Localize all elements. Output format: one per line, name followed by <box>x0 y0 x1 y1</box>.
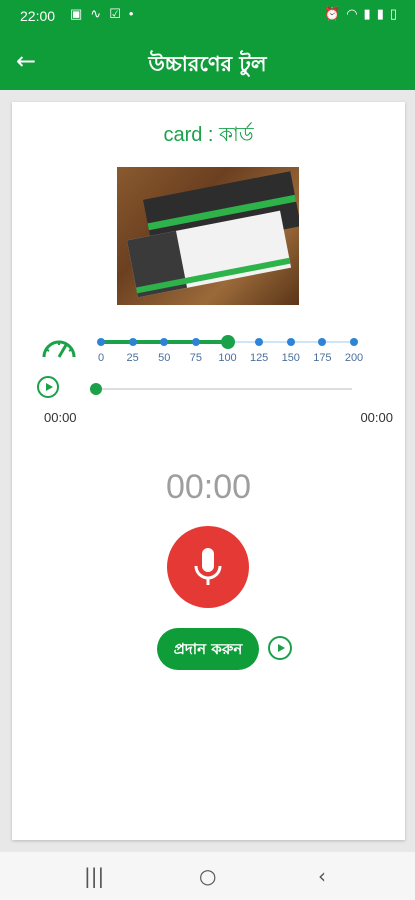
speed-tick-label: 125 <box>249 352 269 364</box>
speed-dot[interactable] <box>160 338 169 346</box>
dot-icon: • <box>128 6 134 21</box>
microphone-icon <box>194 548 222 585</box>
alarm-icon: ⏰ <box>324 6 341 21</box>
speed-thumb[interactable] <box>220 335 235 349</box>
submit-button[interactable]: প্রদান করুন <box>157 628 259 670</box>
audio-progress-track[interactable] <box>96 388 352 390</box>
speed-tick-label: 75 <box>189 352 202 364</box>
speed-dot[interactable] <box>191 338 200 346</box>
current-time: 00:00 <box>44 410 77 425</box>
recording-time: 00:00 <box>165 468 252 506</box>
speed-tick-label: 50 <box>158 352 171 364</box>
speed-tick-label: 200 <box>344 352 364 364</box>
wifi-icon: ◠ <box>346 6 358 21</box>
recents-icon[interactable]: ||| <box>84 864 104 888</box>
speed-dot[interactable] <box>255 338 264 346</box>
word-image <box>117 167 299 305</box>
page-title: উচ্চারণের টুল <box>148 52 267 76</box>
word-title: card : কার্ড <box>163 124 254 146</box>
speed-dot[interactable] <box>128 338 137 346</box>
home-icon[interactable]: ○ <box>199 864 216 888</box>
speed-dot[interactable] <box>350 338 358 346</box>
play-icon[interactable] <box>268 636 292 660</box>
signal-icon: ▮ <box>363 6 371 21</box>
speed-tick-label: 0 <box>97 352 105 364</box>
speed-tick-label: 175 <box>313 352 332 364</box>
status-time: 22:00 <box>20 8 56 24</box>
speed-tick-label: 25 <box>126 352 139 364</box>
total-time: 00:00 <box>360 410 393 425</box>
play-icon[interactable] <box>37 376 59 398</box>
audio-progress-thumb[interactable] <box>90 383 102 395</box>
system-nav-bar: ||| ○ ‹ <box>0 852 415 900</box>
speed-dot[interactable] <box>286 338 295 346</box>
status-bar: 22:00 ▣ ∿ ☑ • ⏰ ◠ ▮ ▮ ▯ <box>0 0 415 33</box>
check-icon: ☑ <box>109 6 121 21</box>
speed-tick-label: 100 <box>218 352 237 364</box>
speedometer-icon <box>42 340 76 358</box>
speed-tick-label: 150 <box>281 352 300 364</box>
speed-dot[interactable] <box>318 338 327 346</box>
record-button[interactable] <box>167 526 249 608</box>
speed-dot[interactable] <box>97 338 105 346</box>
signal2-icon: ▮ <box>376 6 384 21</box>
sign-icon: ∿ <box>90 6 102 21</box>
battery-icon: ▯ <box>389 6 397 21</box>
pronunciation-card: card : কার্ড 0 25 50 75 100 125 150 175 200 00:0… <box>12 102 405 840</box>
app-bar: ← উচ্চারণের টুল <box>0 33 415 90</box>
image-icon: ▣ <box>70 6 83 21</box>
back-chevron-icon[interactable]: ‹ <box>318 864 326 888</box>
